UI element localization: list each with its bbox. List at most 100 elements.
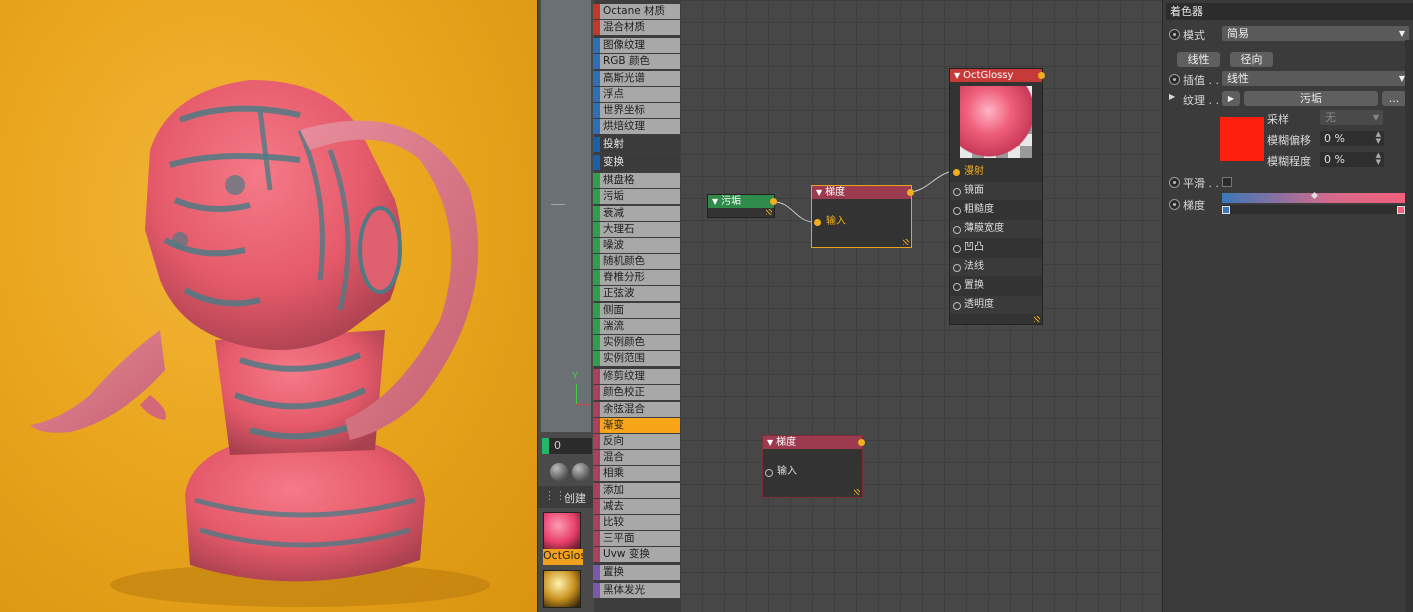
menu-item[interactable]: 世界坐标 <box>593 102 680 118</box>
menu-item[interactable]: 侧面 <box>593 302 680 318</box>
gradient-knob-start[interactable] <box>1222 206 1230 214</box>
node-header[interactable]: ▼ OctGlossy <box>950 69 1042 82</box>
mode-dropdown[interactable]: 简易 ▼ <box>1222 26 1409 41</box>
menu-item[interactable]: 投射 <box>593 137 680 153</box>
blur-offset-field[interactable]: 0 % ▲ ▼ <box>1320 131 1384 146</box>
spinner-icon[interactable]: ▲ ▼ <box>1376 152 1381 166</box>
material-thumbnail-glossy[interactable] <box>543 512 581 550</box>
material-thumbnail-gold[interactable] <box>543 570 581 608</box>
smooth-checkbox[interactable] <box>1222 177 1232 187</box>
menu-item[interactable]: 三平面 <box>593 531 680 547</box>
input-port-icon[interactable] <box>953 169 960 176</box>
render-viewport[interactable] <box>0 0 537 612</box>
interpolation-dropdown[interactable]: 线性 ▼ <box>1222 71 1409 86</box>
gradient-knob-end[interactable] <box>1397 206 1405 214</box>
node-octglossy[interactable]: ▼ OctGlossy 漫射 镜面 粗糙度 薄膜宽度 凹凸 法线 置换 透明度 <box>950 69 1045 324</box>
input-port-icon[interactable] <box>953 226 961 234</box>
menu-item[interactable]: 黑体发光 <box>593 583 680 599</box>
output-port-icon[interactable] <box>770 198 777 205</box>
collapse-triangle-icon[interactable]: ▼ <box>816 188 822 197</box>
input-port-icon[interactable] <box>953 245 961 253</box>
menu-item[interactable]: 添加 <box>593 482 680 498</box>
linear-button[interactable]: 线性 <box>1177 52 1220 67</box>
menu-item[interactable]: 湍流 <box>593 318 680 334</box>
menu-item[interactable]: 噪波 <box>593 237 680 253</box>
material-preview-ball-icon[interactable] <box>572 463 590 481</box>
menu-item[interactable]: 实例范围 <box>593 351 680 367</box>
collapse-triangle-icon[interactable]: ▼ <box>767 438 773 447</box>
menu-item[interactable]: 减去 <box>593 498 680 514</box>
collapse-triangle-icon[interactable]: ▼ <box>954 71 960 80</box>
material-preview-ball-icon[interactable] <box>550 463 568 481</box>
create-menu[interactable]: 创建 <box>564 490 586 506</box>
menu-item[interactable]: 随机颜色 <box>593 254 680 270</box>
scrollbar[interactable] <box>1405 40 1413 612</box>
sample-dropdown[interactable]: 无 ▼ <box>1320 110 1383 125</box>
menu-item[interactable]: 浮点 <box>593 86 680 102</box>
input-port-icon[interactable] <box>953 264 961 272</box>
menu-item[interactable]: 烘焙纹理 <box>593 119 680 135</box>
node-header[interactable]: ▼ 梯度 <box>812 186 911 199</box>
port-row[interactable]: 漫射 <box>950 163 1042 181</box>
smooth-anim-radio[interactable] <box>1169 177 1180 188</box>
port-row[interactable]: 凹凸 <box>950 239 1042 257</box>
menu-item[interactable]: 比较 <box>593 514 680 530</box>
interp-anim-radio[interactable] <box>1169 74 1180 85</box>
input-port-icon[interactable] <box>953 283 961 291</box>
port-row[interactable]: 法线 <box>950 258 1042 276</box>
menu-item[interactable]: 实例颜色 <box>593 335 680 350</box>
port-row[interactable]: 透明度 <box>950 296 1042 314</box>
resize-handle-icon[interactable] <box>1034 316 1040 322</box>
texture-arrow-button[interactable]: ▶ <box>1222 91 1240 106</box>
texture-shader-button[interactable]: 污垢 <box>1244 91 1378 106</box>
blur-amount-field[interactable]: 0 % ▲ ▼ <box>1320 152 1384 167</box>
spinner-icon[interactable]: ▲ ▼ <box>1376 131 1381 145</box>
menu-item[interactable]: 反向 <box>593 433 680 449</box>
resize-handle-icon[interactable] <box>903 239 909 245</box>
menu-item[interactable]: Uvw 变换 <box>593 547 680 563</box>
node-header[interactable]: ▼ 梯度 <box>763 436 862 449</box>
port-row[interactable]: 置换 <box>950 277 1042 295</box>
menu-item[interactable]: 大理石 <box>593 221 680 237</box>
input-port-icon[interactable] <box>953 302 961 310</box>
port-row[interactable]: 镜面 <box>950 182 1042 200</box>
menu-item[interactable]: 置换 <box>593 565 680 581</box>
port-input[interactable]: 输入 <box>763 463 862 481</box>
menu-item[interactable]: 混合 <box>593 450 680 466</box>
node-editor-canvas[interactable]: ▼ 污垢 ▼ 梯度 输入 ▼ 梯度 输入 ▼ OctGlossy 漫射 镜面 粗… <box>680 0 1162 612</box>
menu-item[interactable]: 余弦混合 <box>593 401 680 417</box>
node-header[interactable]: ▼ 污垢 <box>708 195 774 208</box>
menu-item[interactable]: 正弦波 <box>593 286 680 302</box>
node-dirt[interactable]: ▼ 污垢 <box>708 195 777 217</box>
node-gradient[interactable]: ▼ 梯度 输入 <box>763 436 865 497</box>
resize-handle-icon[interactable] <box>766 209 772 215</box>
gradient-knob-track[interactable] <box>1222 191 1405 214</box>
port-row[interactable]: 薄膜宽度 <box>950 220 1042 238</box>
menu-item[interactable]: 衰减 <box>593 205 680 221</box>
menu-item[interactable]: 高斯光谱 <box>593 70 680 86</box>
output-port-icon[interactable] <box>907 189 914 196</box>
menu-item[interactable]: Octane 材质 <box>593 4 680 19</box>
menu-item[interactable]: 修剪纹理 <box>593 369 680 385</box>
menu-item[interactable]: 图像纹理 <box>593 38 680 54</box>
menu-item[interactable]: 颜色校正 <box>593 385 680 401</box>
menu-item[interactable]: 变换 <box>593 155 680 171</box>
radial-button[interactable]: 径向 <box>1230 52 1273 67</box>
texture-more-button[interactable]: ... <box>1382 91 1406 106</box>
menu-item[interactable]: 渐变 <box>593 417 680 433</box>
output-port-icon[interactable] <box>1038 72 1045 79</box>
grip-icon[interactable]: ⋮⋮ <box>544 489 566 502</box>
material-name-label[interactable]: OctGlossy <box>543 549 583 565</box>
input-port-icon[interactable] <box>953 188 961 196</box>
input-port-icon[interactable] <box>814 219 821 226</box>
port-input[interactable]: 输入 <box>812 213 911 231</box>
menu-item[interactable]: 混合材质 <box>593 20 680 36</box>
menu-item[interactable]: 污垢 <box>593 189 680 205</box>
resize-handle-icon[interactable] <box>854 489 860 495</box>
input-port-icon[interactable] <box>765 469 773 477</box>
menu-item[interactable]: RGB 颜色 <box>593 54 680 70</box>
input-port-icon[interactable] <box>953 207 961 215</box>
expand-triangle-icon[interactable]: ▶ <box>1169 92 1175 101</box>
port-row[interactable]: 粗糙度 <box>950 201 1042 219</box>
menu-item[interactable]: 相乘 <box>593 466 680 482</box>
